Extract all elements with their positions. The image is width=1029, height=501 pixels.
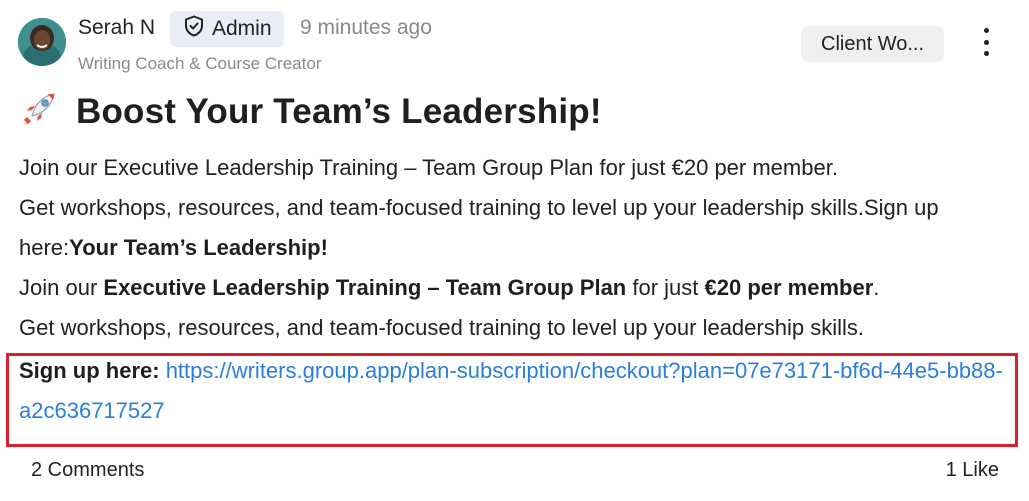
post-title: Boost Your Team’s Leadership! [76, 91, 602, 131]
shield-check-icon [184, 15, 204, 43]
author-avatar[interactable] [18, 18, 66, 66]
body-paragraph: Join our Executive Leadership Training –… [19, 268, 1024, 308]
body-bold-text: €20 per member [704, 275, 874, 300]
author-subtitle: Writing Coach & Course Creator [78, 54, 322, 73]
body-paragraph: Get workshops, resources, and team-focus… [19, 315, 864, 340]
category-tag[interactable]: Client Wo... [801, 26, 944, 62]
comments-count[interactable]: 2 Comments [31, 459, 144, 482]
menu-dot [983, 39, 989, 45]
body-paragraph: Join our Executive Leadership Training –… [19, 155, 838, 180]
author-name[interactable]: Serah N [78, 16, 155, 40]
signup-line: Sign up here: https://writers.group.app/… [19, 351, 1009, 431]
rocket-icon [20, 90, 58, 133]
body-bold-text: Executive Leadership Training – Team Gro… [103, 275, 627, 300]
menu-dot [983, 28, 989, 33]
body-text: for just [626, 275, 705, 300]
body-paragraph: Get workshops, resources, and team-focus… [19, 188, 1024, 268]
body-text: . [873, 275, 880, 300]
body-text: Join our [19, 275, 104, 300]
menu-dot [983, 51, 989, 56]
admin-badge: Admin [170, 11, 284, 47]
post-card: Serah N Admin 9 minutes ago Writing Coac… [0, 0, 1029, 501]
signup-label: Sign up here: [19, 358, 160, 383]
more-options-icon[interactable] [975, 28, 997, 56]
post-title-row: Boost Your Team’s Leadership! [20, 90, 602, 133]
body-bold-text: Your Team’s Leadership! [69, 235, 328, 260]
post-body: Join our Executive Leadership Training –… [19, 148, 1024, 348]
likes-count[interactable]: 1 Like [946, 459, 999, 482]
signup-link[interactable]: https://writers.group.app/plan-subscript… [19, 358, 1003, 423]
admin-badge-label: Admin [212, 17, 272, 40]
post-timestamp: 9 minutes ago [300, 16, 432, 39]
